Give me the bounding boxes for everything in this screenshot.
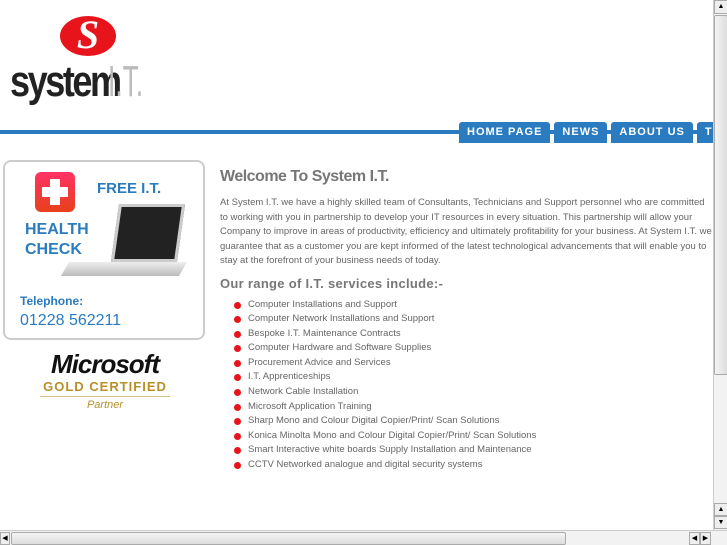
list-item: Microsoft Application Training — [234, 400, 712, 415]
logo-word: system — [10, 57, 122, 106]
telephone-number: 01228 562211 — [20, 312, 122, 329]
main-nav: HOME PAGE NEWS ABOUT US TEST — [459, 122, 727, 143]
scroll-left-arrow-icon[interactable]: ◀ — [689, 532, 700, 545]
microsoft-gold-partner-logo: Microsoft GOLD CERTIFIED Partner — [40, 350, 170, 413]
nav-home-page[interactable]: HOME PAGE — [459, 122, 551, 143]
list-item: CCTV Networked analogue and digital secu… — [234, 458, 712, 473]
nav-news[interactable]: NEWS — [554, 122, 608, 143]
nav-about-us[interactable]: ABOUT US — [611, 122, 693, 143]
logo-suffix: I.T. — [108, 57, 144, 106]
vertical-scrollbar[interactable]: ▲ ▲ ▼ — [713, 0, 727, 530]
services-list: Computer Installations and Support Compu… — [220, 298, 712, 473]
list-item: Computer Hardware and Software Supplies — [234, 341, 712, 356]
list-item: Computer Installations and Support — [234, 298, 712, 313]
free-it-label: FREE I.T. — [97, 180, 162, 197]
health-check-banner[interactable]: FREE I.T. HEALTH CHECK Telephone: 01228 5… — [3, 160, 205, 340]
list-item: Sharp Mono and Colour Digital Copier/Pri… — [234, 414, 712, 429]
intro-paragraph: At System I.T. we have a highly skilled … — [220, 197, 712, 266]
list-item: Smart Interactive white boards Supply In… — [234, 443, 712, 458]
horizontal-scroll-thumb[interactable] — [11, 532, 566, 545]
scroll-up-arrow-icon[interactable]: ▲ — [714, 503, 727, 516]
list-item: Bespoke I.T. Maintenance Contracts — [234, 327, 712, 342]
logo-mark: S — [60, 15, 116, 56]
list-item: Computer Network Installations and Suppo… — [234, 312, 712, 327]
telephone-label: Telephone: — [20, 294, 84, 308]
list-item: Konica Minolta Mono and Colour Digital C… — [234, 429, 712, 444]
vertical-scroll-thumb[interactable] — [714, 15, 727, 375]
scroll-down-arrow-icon[interactable]: ▼ — [714, 516, 727, 529]
list-item: Network Cable Installation — [234, 385, 712, 400]
list-item: Procurement Advice and Services — [234, 356, 712, 371]
page-title: Welcome To System I.T. — [220, 168, 389, 185]
scroll-left-arrow-icon[interactable]: ◀ — [0, 532, 10, 545]
scroll-up-arrow-icon[interactable]: ▲ — [714, 0, 727, 14]
services-heading: Our range of I.T. services include:- — [220, 275, 444, 291]
health-check-label: HEALTH CHECK — [25, 221, 89, 258]
scroll-right-arrow-icon[interactable]: ▶ — [700, 532, 711, 545]
horizontal-scrollbar[interactable]: ◀ ◀ ▶ — [0, 530, 727, 545]
main-content: Welcome To System I.T. At System I.T. we… — [220, 166, 712, 473]
system-it-logo[interactable]: S system I.T. — [10, 15, 160, 106]
list-item: I.T. Apprenticeships — [234, 370, 712, 385]
